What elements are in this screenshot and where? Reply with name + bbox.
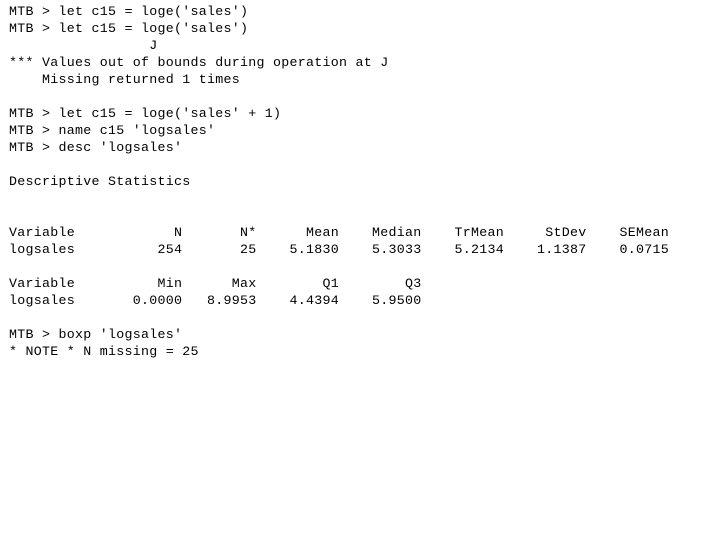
session-blank-line bbox=[9, 88, 711, 105]
session-blank-line bbox=[9, 207, 711, 224]
session-line: J bbox=[9, 38, 158, 53]
session-line: * NOTE * N missing = 25 bbox=[9, 344, 199, 359]
session-line: MTB > let c15 = loge('sales' + 1) bbox=[9, 106, 282, 121]
session-line: MTB > let c15 = loge('sales') bbox=[9, 4, 249, 19]
session-line: Descriptive Statistics bbox=[9, 174, 191, 189]
session-line: logsales 0.0000 8.9953 4.4394 5.9500 bbox=[9, 293, 422, 308]
session-line: MTB > let c15 = loge('sales') bbox=[9, 21, 249, 36]
session-line: Variable Min Max Q1 Q3 bbox=[9, 276, 422, 291]
session-line: MTB > name c15 'logsales' bbox=[9, 123, 216, 138]
session-line: Missing returned 1 times bbox=[9, 72, 240, 87]
session-blank-line bbox=[9, 258, 711, 275]
session-line: logsales 254 25 5.1830 5.3033 5.2134 1.1… bbox=[9, 242, 669, 257]
session-line: MTB > desc 'logsales' bbox=[9, 140, 183, 155]
session-blank-line bbox=[9, 190, 711, 207]
session-output-pane[interactable]: MTB > let c15 = loge('sales') MTB > let c… bbox=[9, 3, 711, 360]
session-blank-line bbox=[9, 309, 711, 326]
session-blank-line bbox=[9, 156, 711, 173]
session-line: MTB > boxp 'logsales' bbox=[9, 327, 183, 342]
session-line: Variable N N* Mean Median TrMean StDev S… bbox=[9, 225, 669, 240]
session-line: *** Values out of bounds during operatio… bbox=[9, 55, 389, 70]
